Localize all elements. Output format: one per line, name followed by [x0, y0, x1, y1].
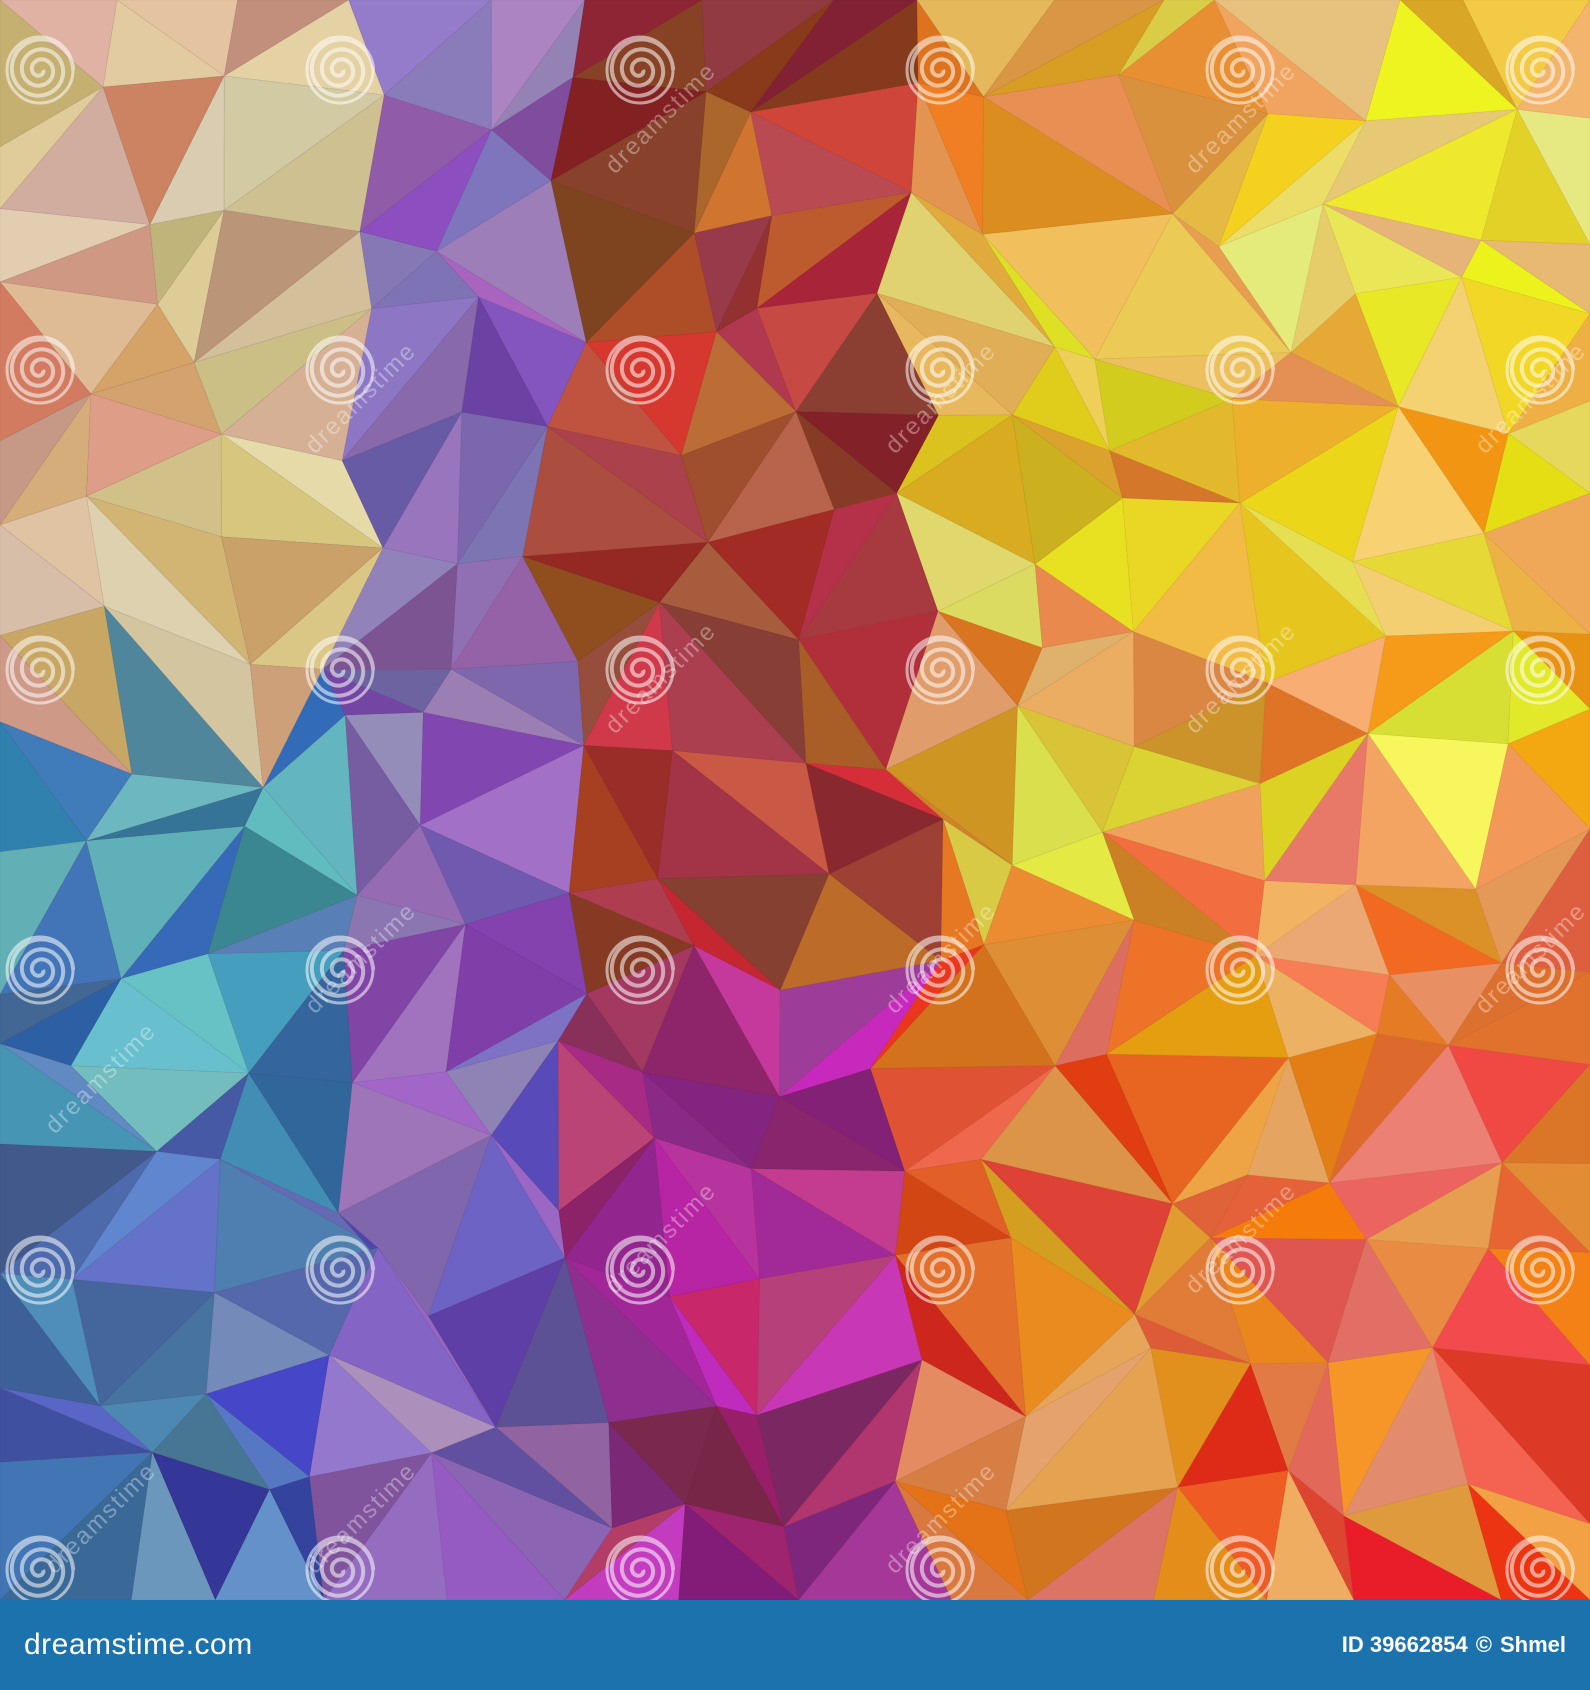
stock-image-page: dreamstime dreamstime dreamstime dreamstime… — [0, 0, 1590, 1690]
footer-bar: dreamstime.com ID 39662854 © Shmel — [0, 1600, 1590, 1690]
author-name: Shmel — [1499, 1632, 1566, 1657]
footer-credit: ID 39662854 © Shmel — [1342, 1632, 1566, 1658]
low-poly-artwork — [0, 0, 1590, 1600]
triangle-mosaic — [0, 0, 1590, 1600]
image-id: ID 39662854 — [1341, 1632, 1468, 1657]
copyright-icon: © — [1475, 1632, 1492, 1657]
footer-brand-text[interactable]: dreamstime.com — [24, 1628, 253, 1662]
